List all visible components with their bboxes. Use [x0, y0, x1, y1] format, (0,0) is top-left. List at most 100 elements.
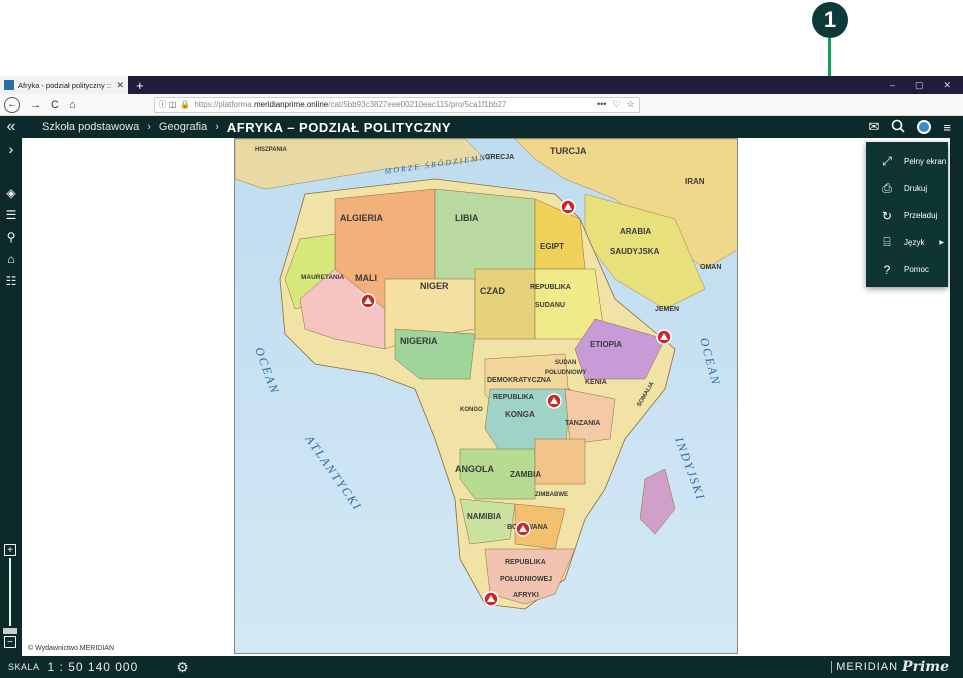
- brand-prime: Prime: [902, 659, 949, 675]
- forward-button[interactable]: →: [30, 99, 41, 111]
- browser-tab[interactable]: Afryka - podział polityczny :: M ✕: [0, 76, 128, 94]
- map-label-oman: OMAN: [700, 264, 721, 271]
- breadcrumb-separator: ›: [147, 121, 151, 133]
- fullscreen-icon: ⤢: [882, 154, 892, 168]
- close-window-button[interactable]: ✕: [943, 80, 951, 91]
- url-actions: ••• ♡ ☆: [597, 99, 635, 110]
- layers-icon[interactable]: ◈: [6, 182, 15, 204]
- help-icon: ?: [883, 262, 891, 277]
- map-label-rpa1: REPUBLIKA: [505, 559, 546, 566]
- map-marker[interactable]: [656, 329, 672, 345]
- header-icons: ✉ ≡: [869, 119, 963, 136]
- education-icon[interactable]: ⌂: [7, 248, 14, 270]
- map-marker[interactable]: [483, 591, 499, 607]
- url-text: https://platforma.meridianprime.online/c…: [194, 100, 507, 109]
- map-label-iran: IRAN: [685, 177, 705, 186]
- map-label-turcja: TURCJA: [550, 146, 587, 156]
- map-label-nigeria: NIGERIA: [400, 336, 438, 346]
- map-label-mauretania: MAURETANIA: [301, 274, 345, 281]
- zoom-in-button[interactable]: +: [4, 544, 16, 556]
- zoom-slider-handle[interactable]: [3, 628, 17, 634]
- mail-icon[interactable]: ✉: [869, 119, 880, 135]
- tab-bar: Afryka - podział polityczny :: M ✕ + – ▢…: [0, 76, 963, 94]
- map-label-algieria: ALGIERIA: [340, 213, 384, 223]
- map-label-niger: NIGER: [420, 281, 449, 291]
- brand-logo: MERIDIAN Prime: [831, 659, 949, 675]
- map-label-rpa2: POŁUDNIOWEJ: [500, 576, 552, 583]
- new-tab-button[interactable]: +: [136, 78, 144, 93]
- url-bar[interactable]: ⓘ ◫ 🔒 https://platforma.meridianprime.on…: [153, 96, 640, 113]
- minimize-button[interactable]: –: [890, 80, 895, 91]
- map-label-namibia: NAMIBIA: [467, 512, 501, 521]
- map-label-kenia: KENIA: [585, 379, 607, 386]
- menu-item-label: Przeładuj: [904, 211, 938, 220]
- map-label-konga: KONGA: [505, 410, 535, 419]
- menu-item-label: Pełny ekran: [904, 157, 947, 166]
- reload-button[interactable]: C: [51, 99, 59, 111]
- map-viewport[interactable]: ALGIERIA LIBIA EGIPT MAURETANIA MALI NIG…: [22, 138, 950, 656]
- map-label-arabia: ARABIA: [620, 227, 651, 236]
- page-title: AFRYKA – PODZIAŁ POLITYCZNY: [226, 119, 452, 135]
- breadcrumb-item[interactable]: Szkoła podstawowa: [42, 121, 139, 133]
- home-button[interactable]: ⌂: [69, 99, 76, 111]
- bookmark-star-icon[interactable]: ☆: [627, 99, 635, 110]
- map-label-saudyjska: SAUDYJSKA: [610, 247, 660, 256]
- print-icon: ⎙: [882, 181, 892, 195]
- tab-close-icon[interactable]: ✕: [116, 80, 124, 91]
- menu-item-label: Język: [904, 238, 925, 247]
- dropdown-menu: ⤢ Pełny ekran ⎙ Drukuj ↻ Przeładuj ⌸ Jęz…: [866, 142, 948, 287]
- zoom-slider[interactable]: [9, 558, 11, 626]
- stack-icon[interactable]: ☷: [6, 270, 17, 292]
- breadcrumb-item[interactable]: Geografia: [159, 121, 207, 133]
- window-controls: – ▢ ✕: [890, 80, 963, 91]
- map-marker[interactable]: [560, 199, 576, 215]
- map-label-rpa3: AFRYKI: [513, 592, 539, 599]
- map-marker[interactable]: [360, 293, 376, 309]
- breadcrumb: Szkoła podstawowa › Geografia › AFRYKA –…: [42, 120, 451, 135]
- map-marker[interactable]: [515, 521, 531, 537]
- map-label-republika: REPUBLIKA: [493, 394, 534, 401]
- menu-item-fullscreen[interactable]: ⤢ Pełny ekran: [866, 148, 948, 175]
- collapse-icon[interactable]: «: [0, 118, 22, 136]
- nav-bar: ← → C ⌂ ⓘ ◫ 🔒 https://platforma.meridian…: [0, 94, 963, 116]
- map-label-egipt: EGIPT: [540, 242, 564, 251]
- more-actions-icon[interactable]: •••: [597, 99, 606, 110]
- chevron-right-icon: ▶: [939, 240, 944, 246]
- menu-item-help[interactable]: ? Pomoc: [866, 256, 948, 283]
- zoom-out-button[interactable]: −: [4, 636, 16, 648]
- location-icon[interactable]: ⚲: [7, 226, 16, 248]
- map-label-zimbabwe: ZIMBABWE: [535, 492, 568, 498]
- menu-icon[interactable]: ≡: [943, 120, 951, 135]
- map-label-mali: MALI: [355, 273, 377, 283]
- zoom-control: + −: [3, 544, 17, 648]
- list-icon[interactable]: ☰: [6, 204, 17, 226]
- back-button[interactable]: ←: [4, 96, 20, 113]
- favicon-icon: [4, 80, 14, 90]
- user-icon[interactable]: [917, 120, 932, 134]
- tab-title: Afryka - podział polityczny :: M: [18, 80, 113, 90]
- maximize-button[interactable]: ▢: [915, 80, 924, 91]
- menu-item-print[interactable]: ⎙ Drukuj: [866, 175, 948, 202]
- callout-badge: 1: [812, 2, 848, 38]
- breadcrumb-separator: ›: [215, 121, 219, 133]
- map-label-sudan: REPUBLIKA: [530, 284, 571, 291]
- search-icon[interactable]: [891, 119, 905, 136]
- language-icon: ⌸: [883, 235, 891, 249]
- map-marker[interactable]: [546, 393, 562, 409]
- menu-item-reload[interactable]: ↻ Przeładuj: [866, 202, 948, 229]
- sidebar: › ◈ ☰ ⚲ ⌂ ☷ + −: [0, 138, 22, 656]
- map-label-sudan2: SUDANU: [535, 302, 565, 309]
- brand-name: MERIDIAN: [831, 661, 898, 673]
- pocket-icon[interactable]: ♡: [612, 99, 620, 110]
- map-label-kongo-dem: DEMOKRATYCZNA: [487, 377, 551, 384]
- lock-icon: 🔒: [180, 100, 191, 109]
- map-image[interactable]: ALGIERIA LIBIA EGIPT MAURETANIA MALI NIG…: [234, 138, 738, 654]
- menu-item-language[interactable]: ⌸ Język ▶: [866, 229, 948, 256]
- copyright-text: © Wydawnictwo MERIDIAN: [28, 645, 114, 652]
- gear-icon[interactable]: ⚙: [176, 659, 189, 676]
- scale-value: 1 : 50 140 000: [47, 660, 139, 674]
- map-label-libia: LIBIA: [455, 213, 479, 223]
- expand-icon[interactable]: ›: [9, 138, 14, 160]
- map-label-sudan-pd1: SUDAN: [555, 360, 576, 366]
- map-label-zambia: ZAMBIA: [510, 470, 541, 479]
